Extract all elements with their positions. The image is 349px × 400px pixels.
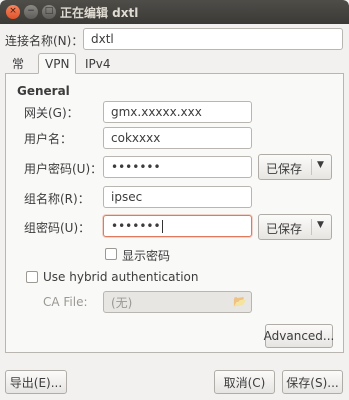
maximize-icon[interactable]: □ [42, 5, 56, 19]
title-bar: × − □ 正在编辑 dxtl [0, 0, 349, 24]
group-password-input[interactable]: ••••••• [103, 215, 252, 237]
folder-icon: 📂 [233, 295, 247, 308]
tab-vpn[interactable]: VPN [38, 53, 77, 74]
chevron-down-icon: ▼ [317, 220, 324, 230]
close-icon[interactable]: × [6, 5, 20, 19]
combo-divider [311, 159, 312, 175]
text-cursor [161, 219, 163, 233]
user-password-input[interactable]: ••••••• [103, 156, 252, 178]
hybrid-auth-checkbox[interactable] [26, 271, 38, 283]
group-password-label: 组密码(U)： [24, 221, 91, 235]
group-name-label: 组名称(R)： [24, 192, 90, 206]
advanced-button[interactable]: Advanced... [264, 324, 334, 348]
gateway-input[interactable]: gmx.xxxxx.xxx [103, 101, 252, 123]
user-password-value: ••••••• [111, 160, 161, 174]
gateway-value: gmx.xxxxx.xxx [111, 105, 202, 119]
export-button[interactable]: 导出(E)... [5, 370, 67, 394]
ca-file-chooser[interactable]: (无) 📂 [103, 291, 252, 313]
group-password-storage-select[interactable]: 已保存 ▼ [258, 214, 332, 240]
username-label: 用户名： [24, 132, 73, 146]
general-section-title: General [17, 84, 70, 98]
group-password-storage-value: 已保存 [266, 222, 303, 236]
hybrid-auth-label[interactable]: Use hybrid authentication [43, 270, 199, 284]
tab-ipv4-settings[interactable]: IPv4 设置 [78, 53, 118, 91]
username-value: cokxxxx [111, 131, 161, 145]
tab-general[interactable]: 常规 [5, 53, 31, 91]
group-name-input[interactable]: ipsec [103, 186, 252, 208]
gateway-label: 网关(G)： [24, 106, 79, 120]
show-password-label[interactable]: 显示密码 [122, 247, 170, 264]
save-button[interactable]: 保存(S)... [282, 370, 343, 394]
edit-connection-window: × − □ 正在编辑 dxtl 连接名称(N)： dxtl 常规 VPN IPv… [0, 0, 349, 400]
cancel-button[interactable]: 取消(C) [214, 370, 275, 394]
chevron-down-icon: ▼ [317, 160, 324, 170]
combo-divider [311, 219, 312, 235]
group-name-value: ipsec [111, 190, 143, 204]
connection-name-input[interactable]: dxtl [83, 28, 343, 50]
show-password-checkbox[interactable] [105, 248, 117, 260]
connection-name-value: dxtl [91, 32, 114, 46]
window-title: 正在编辑 dxtl [60, 6, 139, 20]
minimize-icon[interactable]: − [24, 5, 38, 19]
ca-file-value: (无) [111, 295, 133, 310]
user-password-storage-select[interactable]: 已保存 ▼ [258, 154, 332, 180]
group-password-value: ••••••• [111, 219, 161, 233]
user-password-storage-value: 已保存 [266, 162, 303, 176]
connection-name-label: 连接名称(N)： [5, 34, 84, 48]
username-input[interactable]: cokxxxx [103, 127, 252, 149]
user-password-label: 用户密码(U)： [24, 162, 103, 176]
ca-file-label: CA File: [43, 295, 88, 309]
